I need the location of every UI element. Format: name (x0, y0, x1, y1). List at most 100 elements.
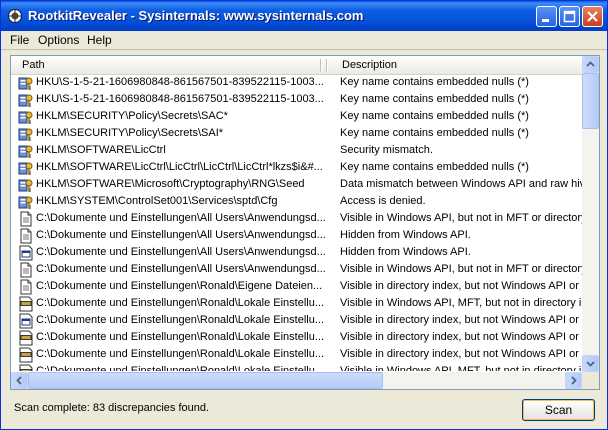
row-path: HKU\S-1-5-21-1606980848-861567501-839522… (36, 93, 324, 105)
table-row[interactable]: C:\Dokumente und Einstellungen\Ronald\Lo… (11, 363, 582, 371)
status-text: Scan complete: 83 discrepancies found. (14, 402, 210, 414)
row-description: Visible in directory index, but not Wind… (340, 280, 582, 292)
menu-help[interactable]: Help (87, 33, 112, 47)
vertical-scrollbar[interactable] (582, 56, 599, 372)
row-path: C:\Dokumente und Einstellungen\Ronald\Lo… (36, 365, 325, 371)
window-title: RootkitRevealer - Sysinternals: www.sysi… (28, 8, 364, 23)
table-row[interactable]: HKU\S-1-5-21-1606980848-861567501-839522… (11, 91, 582, 108)
row-path: C:\Dokumente und Einstellungen\Ronald\Lo… (36, 297, 325, 309)
registry-key-icon (18, 194, 34, 210)
table-row[interactable]: C:\Dokumente und Einstellungen\All Users… (11, 227, 582, 244)
table-row[interactable]: HKLM\SYSTEM\ControlSet001\Services\sptd\… (11, 193, 582, 210)
row-path: HKLM\SECURITY\Policy\Secrets\SAC* (36, 110, 228, 122)
window-file-icon (18, 313, 34, 329)
window-file-icon (18, 245, 34, 261)
table-row[interactable]: C:\Dokumente und Einstellungen\Ronald\Lo… (11, 346, 582, 363)
scroll-down-button[interactable] (582, 355, 599, 372)
row-description: Visible in Windows API, but not in MFT o… (340, 263, 582, 275)
vertical-scroll-thumb[interactable] (582, 73, 599, 129)
table-row[interactable]: HKLM\SOFTWARE\LicCtrl\LicCtrl\LicCtrl\Li… (11, 159, 582, 176)
row-description: Key name contains embedded nulls (*) (340, 161, 529, 173)
minimize-button[interactable] (536, 6, 557, 27)
horizontal-scroll-thumb[interactable] (28, 372, 383, 389)
row-path: C:\Dokumente und Einstellungen\All Users… (36, 246, 326, 258)
menu-bar: File Options Help (1, 31, 607, 50)
scroll-right-button[interactable] (565, 372, 582, 389)
title-bar[interactable]: RootkitRevealer - Sysinternals: www.sysi… (1, 1, 607, 31)
table-row[interactable]: C:\Dokumente und Einstellungen\Ronald\Lo… (11, 312, 582, 329)
scrollbar-corner (582, 372, 599, 389)
row-description: Visible in directory index, but not Wind… (340, 314, 582, 326)
registry-key-icon (18, 92, 34, 108)
table-row[interactable]: C:\Dokumente und Einstellungen\Ronald\Lo… (11, 295, 582, 312)
row-path: HKU\S-1-5-21-1606980848-861567501-839522… (36, 76, 324, 88)
scan-button[interactable]: Scan (522, 399, 595, 421)
row-description: Access is denied. (340, 195, 426, 207)
row-description: Hidden from Windows API. (340, 246, 471, 258)
row-path: C:\Dokumente und Einstellungen\Ronald\Lo… (36, 348, 325, 360)
arrow-down-icon (586, 361, 595, 367)
tmp-file-icon (18, 330, 34, 346)
maximize-button[interactable] (559, 6, 580, 27)
row-path: C:\Dokumente und Einstellungen\All Users… (36, 212, 326, 224)
table-row[interactable]: HKLM\SOFTWARE\LicCtrl Security mismatch. (11, 142, 582, 159)
row-description: Visible in directory index, but not Wind… (340, 331, 582, 343)
table-row[interactable]: HKLM\SECURITY\Policy\Secrets\SAC* Key nam… (11, 108, 582, 125)
scroll-left-button[interactable] (11, 372, 28, 389)
row-description: Visible in Windows API, MFT, but not in … (340, 297, 582, 309)
tmp-file-icon (18, 347, 34, 363)
registry-key-icon (18, 126, 34, 142)
arrow-left-icon (16, 376, 22, 385)
row-description: Key name contains embedded nulls (*) (340, 93, 529, 105)
arrow-up-icon (586, 61, 595, 67)
column-header-path[interactable]: Path (22, 59, 45, 71)
row-path: HKLM\SECURITY\Policy\Secrets\SAI* (36, 127, 224, 139)
file-icon (18, 211, 34, 227)
arrow-right-icon (571, 376, 577, 385)
app-window: RootkitRevealer - Sysinternals: www.sysi… (0, 0, 608, 430)
row-path: HKLM\SYSTEM\ControlSet001\Services\sptd\… (36, 195, 278, 207)
row-description: Key name contains embedded nulls (*) (340, 76, 529, 88)
row-path: HKLM\SOFTWARE\Microsoft\Cryptography\RNG… (36, 178, 305, 190)
list-header: Path Description (11, 56, 582, 75)
row-description: Key name contains embedded nulls (*) (340, 127, 529, 139)
column-divider[interactable] (326, 59, 328, 72)
table-row[interactable]: C:\Dokumente und Einstellungen\All Users… (11, 244, 582, 261)
table-row[interactable]: C:\Dokumente und Einstellungen\Ronald\Lo… (11, 329, 582, 346)
table-row[interactable]: C:\Dokumente und Einstellungen\All Users… (11, 261, 582, 278)
close-button[interactable] (582, 6, 603, 27)
table-row[interactable]: C:\Dokumente und Einstellungen\Ronald\Ei… (11, 278, 582, 295)
registry-key-icon (18, 160, 34, 176)
row-description: Data mismatch between Windows API and ra… (340, 178, 582, 190)
column-header-description[interactable]: Description (342, 59, 397, 71)
column-divider[interactable] (320, 59, 322, 72)
list-rows: HKU\S-1-5-21-1606980848-861567501-839522… (11, 74, 582, 371)
row-description: Visible in Windows API, but not in MFT o… (340, 212, 582, 224)
row-path: C:\Dokumente und Einstellungen\Ronald\Lo… (36, 331, 325, 343)
scroll-up-button[interactable] (582, 56, 599, 73)
table-row[interactable]: HKLM\SECURITY\Policy\Secrets\SAI* Key nam… (11, 125, 582, 142)
row-description: Security mismatch. (340, 144, 433, 156)
registry-key-icon (18, 75, 34, 91)
minimize-icon (542, 19, 549, 22)
table-row[interactable]: HKU\S-1-5-21-1606980848-861567501-839522… (11, 74, 582, 91)
horizontal-scrollbar[interactable] (11, 372, 582, 389)
row-description: Hidden from Windows API. (340, 229, 471, 241)
file-icon (18, 262, 34, 278)
registry-key-icon (18, 177, 34, 193)
row-description: Visible in Windows API, MFT, but not in … (340, 365, 582, 371)
discrepancy-list[interactable]: Path Description HKU\S-1-5-21-1606980848… (10, 55, 600, 390)
row-path: C:\Dokumente und Einstellungen\All Users… (36, 263, 326, 275)
registry-key-icon (18, 109, 34, 125)
row-path: C:\Dokumente und Einstellungen\All Users… (36, 229, 326, 241)
file-icon (18, 228, 34, 244)
menu-options[interactable]: Options (38, 33, 79, 47)
scan-button-label: Scan (544, 403, 573, 417)
table-row[interactable]: C:\Dokumente und Einstellungen\All Users… (11, 210, 582, 227)
row-path: C:\Dokumente und Einstellungen\Ronald\Ei… (36, 280, 323, 292)
table-row[interactable]: HKLM\SOFTWARE\Microsoft\Cryptography\RNG… (11, 176, 582, 193)
registry-key-icon (18, 143, 34, 159)
app-icon (8, 9, 22, 23)
close-icon (587, 11, 598, 22)
menu-file[interactable]: File (10, 33, 29, 47)
